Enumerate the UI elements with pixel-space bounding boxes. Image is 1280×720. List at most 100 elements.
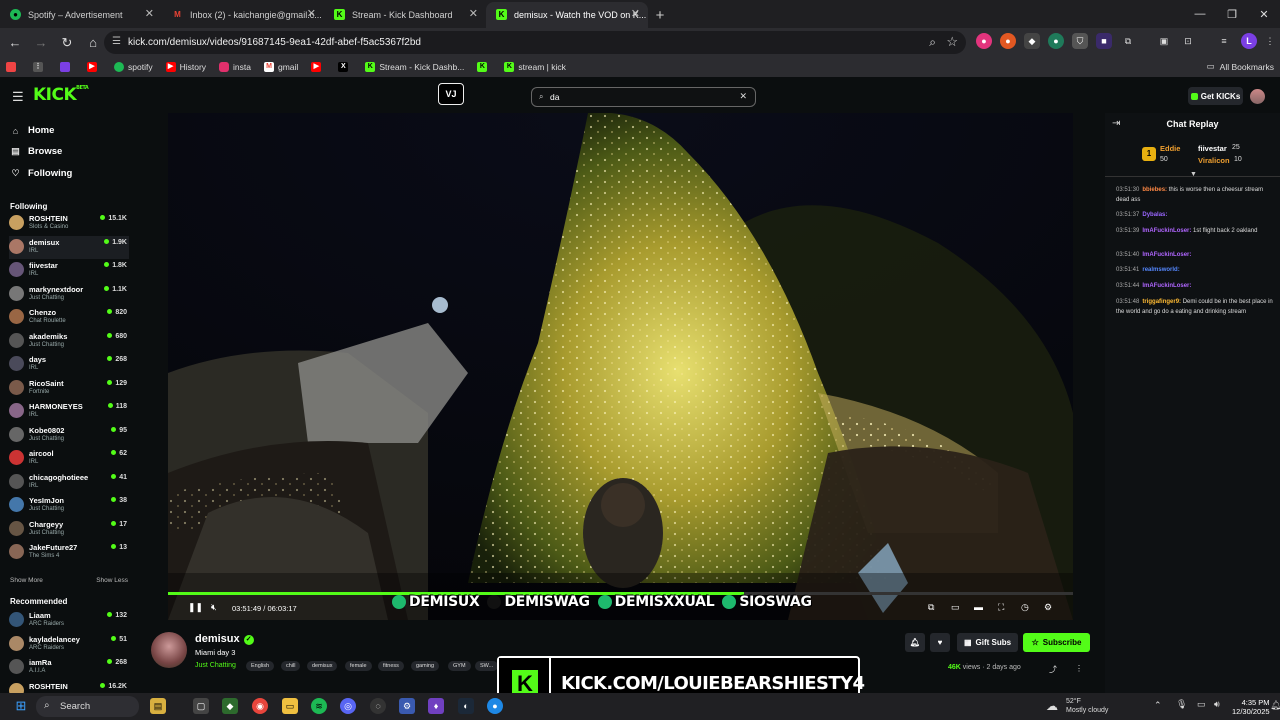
streamer-name[interactable]: demisux ✓ <box>195 633 254 645</box>
bookmark-spotify[interactable]: spotify <box>114 62 153 72</box>
more-options-icon[interactable]: ⋮ <box>1075 664 1083 673</box>
close-window-icon[interactable]: ✕ <box>1248 0 1280 28</box>
bookmark-kick[interactable]: K <box>477 62 491 72</box>
sidebar-channel[interactable]: markynextdoor Just Chatting 1.1K <box>9 283 129 306</box>
sidebar-channel[interactable]: YesImJon Just Chatting 38 <box>9 494 129 517</box>
gift-subs-button[interactable]: ▦ Gift Subs <box>957 633 1018 652</box>
menu-icon[interactable]: ☰ <box>12 89 24 105</box>
sidebar-channel[interactable]: chicagoghotieee IRL 41 <box>9 471 129 494</box>
nav-browse[interactable]: ▤ Browse <box>10 146 62 157</box>
bookmark-youtube-2[interactable]: ▶ <box>311 62 325 72</box>
sidebar-channel[interactable]: ROSHTEIN Slots & Casino 15.1K <box>9 212 129 235</box>
clip-icon[interactable]: ⧉ <box>928 602 934 613</box>
sidebar-channel[interactable]: JakeFuture27 The Sims 4 13 <box>9 541 129 564</box>
follow-heart-button[interactable]: ♥ <box>930 633 950 652</box>
sidebar-channel[interactable]: Chenzo Chat Roulette 820 <box>9 306 129 329</box>
site-info-icon[interactable]: ☰ <box>112 36 121 47</box>
subscribe-button[interactable]: ☆ Subscribe <box>1023 633 1090 652</box>
bookmark-gmail[interactable]: Mgmail <box>264 62 298 72</box>
browser-tab-kick-dashboard[interactable]: K Stream - Kick Dashboard ✕ <box>324 2 486 28</box>
close-tab-icon[interactable]: ✕ <box>469 7 478 20</box>
new-tab-button[interactable]: + <box>648 2 672 28</box>
bookmark-stream-kick[interactable]: Kstream | kick <box>504 62 566 72</box>
app-icon-blue[interactable]: ⚙ <box>399 698 415 714</box>
extension-icon-1[interactable]: ● <box>976 33 992 49</box>
chevron-up-icon[interactable]: ⌃ <box>1154 700 1162 711</box>
widgets-icon[interactable]: ▤ <box>150 698 166 714</box>
chrome-icon[interactable]: ◉ <box>252 698 268 714</box>
obs-icon[interactable]: ◌ <box>370 698 386 714</box>
minimize-icon[interactable]: — <box>1184 0 1216 28</box>
sidebar-channel[interactable]: HARMONEYES IRL 118 <box>9 400 129 423</box>
stream-tag[interactable]: female <box>345 661 372 671</box>
chat-username[interactable]: realmsworld: <box>1142 267 1179 273</box>
media-icon[interactable]: ≡ <box>1216 33 1232 49</box>
video-player[interactable] <box>168 113 1073 620</box>
extension-icon-2[interactable]: ● <box>1000 33 1016 49</box>
stream-tag[interactable]: SW... <box>475 661 499 671</box>
category-link[interactable]: Just Chatting <box>195 662 236 669</box>
sidebar-channel[interactable]: Liaam ARC Raiders 132 <box>9 609 129 632</box>
apps-grid[interactable]: ⋮ <box>33 62 47 72</box>
steam-icon[interactable]: ◐ <box>458 698 474 714</box>
bookmark-x[interactable]: X <box>338 62 352 72</box>
sidebar-channel[interactable]: kayladelancey ARC Raiders 51 <box>9 633 129 656</box>
file-explorer-icon[interactable]: ▭ <box>282 698 298 714</box>
chat-username[interactable]: ImAFuckinLoser: <box>1142 252 1191 258</box>
taskbar-clock[interactable]: 4:35 PM 12/30/2025 <box>1232 698 1270 716</box>
theater-icon[interactable]: ▬ <box>974 602 983 612</box>
browser-tab-demisux-vod[interactable]: K demisux - Watch the VOD on K... ✕ <box>486 2 648 28</box>
volume-icon[interactable]: 🔊︎ <box>1214 699 1220 710</box>
bookmark-twitch[interactable] <box>60 62 74 72</box>
screenshot-icon[interactable]: ⊡ <box>1180 33 1196 49</box>
sidepanel-icon[interactable]: ▣ <box>1156 33 1172 49</box>
stream-tag[interactable]: gaming <box>411 661 440 671</box>
bookmark-kick-dashboard[interactable]: K Stream - Kick Dashb... <box>365 62 464 72</box>
zoom-icon[interactable]: ⌕ <box>929 35 936 50</box>
sidebar-channel[interactable]: akademiks Just Chatting 680 <box>9 330 129 353</box>
address-bar[interactable]: ☰ kick.com/demisux/videos/91687145-9ea1-… <box>104 31 966 54</box>
app-icon-blue-2[interactable]: ● <box>487 698 503 714</box>
sidebar-channel[interactable]: days IRL 268 <box>9 353 129 376</box>
discord-icon[interactable]: ◎ <box>340 698 356 714</box>
all-bookmarks[interactable]: ▭ All Bookmarks <box>1207 61 1274 72</box>
bookmark-youtube[interactable]: ▶ <box>87 62 101 72</box>
sidebar-channel[interactable]: demisux IRL 1.9K <box>9 235 129 259</box>
forward-icon[interactable]: → <box>29 31 53 55</box>
chat-username[interactable]: ImAFuckinLoser: <box>1142 283 1191 289</box>
monitor-icon[interactable]: ▭ <box>1197 699 1206 710</box>
user-avatar[interactable] <box>1250 89 1265 104</box>
weather-widget[interactable]: 52°F Mostly cloudy <box>1066 697 1108 715</box>
chat-username[interactable]: triggafinger9: <box>1142 299 1181 305</box>
clear-search-icon[interactable]: ✕ <box>739 91 747 102</box>
chat-username[interactable]: bbiebes: <box>1142 187 1167 193</box>
bookmark-history[interactable]: ▶ History <box>165 62 206 72</box>
extension-icon-4[interactable]: ● <box>1048 33 1064 49</box>
bookmark-insta[interactable]: insta <box>219 62 251 72</box>
chat-username[interactable]: Dybalas: <box>1142 212 1167 218</box>
sidebar-channel[interactable]: aircool IRL 62 <box>9 447 129 470</box>
sidebar-channel[interactable]: Chargeyy Just Chatting 17 <box>9 518 129 541</box>
sidebar-channel[interactable]: RicoSaint Fortnite 129 <box>9 377 129 400</box>
streamer-avatar[interactable] <box>151 632 187 668</box>
share-icon[interactable]: ⤴ <box>1049 664 1057 675</box>
profile-avatar[interactable]: L <box>1241 33 1257 49</box>
sidebar-channel[interactable]: Kobe0802 Just Chatting 95 <box>9 424 129 447</box>
task-view-icon[interactable]: ▢ <box>193 698 209 714</box>
microphone-icon[interactable]: 🎙︎ <box>1176 699 1187 710</box>
maximize-icon[interactable]: ❐ <box>1216 0 1248 28</box>
reload-icon[interactable]: ↻ <box>55 31 79 55</box>
vj-button[interactable]: VJ <box>438 83 464 105</box>
game-controller-icon[interactable]: ♦ <box>428 698 444 714</box>
sidebar-channel[interactable]: fiivestar IRL 1.8K <box>9 259 129 282</box>
sidebar-channel[interactable]: iamRa A.I.I.A 268 <box>9 656 129 679</box>
search-input[interactable]: ⌕ da ✕ <box>531 87 756 107</box>
extension-icon-6[interactable]: ■ <box>1096 33 1112 49</box>
stream-tag[interactable]: English <box>246 661 275 671</box>
notification-bell-button[interactable]: 🔔︎ <box>905 633 925 652</box>
home-icon[interactable]: ⌂ <box>81 31 105 55</box>
app-icon-green[interactable]: ◆ <box>222 698 238 714</box>
settings-gear-icon[interactable]: ⚙ <box>1044 602 1052 613</box>
kick-logo[interactable]: KICKBETA <box>33 85 89 105</box>
chat-username[interactable]: ImAFuckinLoser: <box>1142 228 1191 234</box>
